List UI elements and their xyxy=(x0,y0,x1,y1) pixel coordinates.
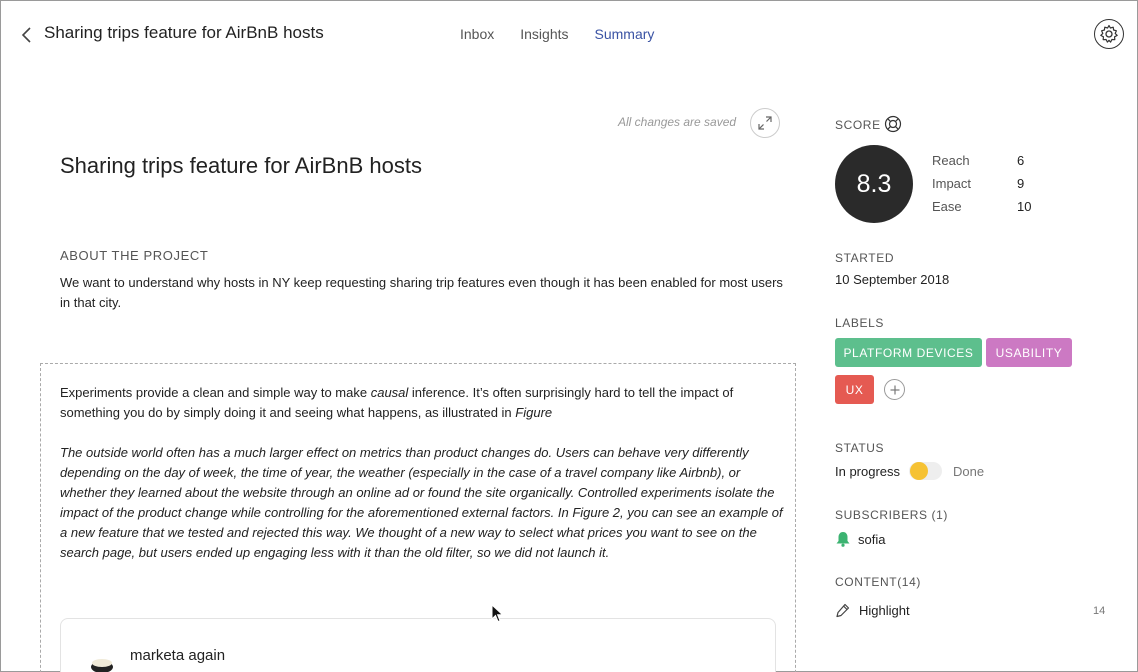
add-label-button[interactable] xyxy=(884,379,905,400)
mouse-cursor-icon xyxy=(491,604,504,623)
tab-summary[interactable]: Summary xyxy=(595,26,655,42)
labels-label: LABELS xyxy=(835,316,884,330)
top-bar: Sharing trips feature for AirBnB hosts I… xyxy=(1,1,1137,67)
status-in-progress: In progress xyxy=(835,464,901,479)
plus-icon xyxy=(890,385,899,394)
score-label: SCORE xyxy=(835,118,881,132)
metric-reach-label: Reach xyxy=(932,153,970,168)
started-date[interactable]: 10 September 2018 xyxy=(835,272,949,287)
content-item-count: 14 xyxy=(1093,605,1106,617)
figure-reference: Figure xyxy=(515,405,553,420)
para1-emphasis: causal xyxy=(370,385,409,400)
content-item-highlight[interactable]: Highlight xyxy=(859,603,910,618)
metric-ease-label: Ease xyxy=(932,199,962,214)
settings-button[interactable] xyxy=(1094,19,1124,49)
document-title[interactable]: Sharing trips feature for AirBnB hosts xyxy=(60,153,422,179)
tab-insights[interactable]: Insights xyxy=(520,26,568,42)
status-toggle[interactable] xyxy=(909,462,942,480)
tab-inbox[interactable]: Inbox xyxy=(460,26,494,42)
card-author-name: marketa again xyxy=(130,647,226,664)
tab-bar: Inbox Insights Summary xyxy=(460,26,680,42)
expand-icon xyxy=(758,116,772,130)
label-platform-devices[interactable]: PLATFORM DEVICES xyxy=(835,338,982,367)
about-heading: ABOUT THE PROJECT xyxy=(60,248,209,263)
metric-impact-value[interactable]: 9 xyxy=(1017,176,1024,191)
expand-button[interactable] xyxy=(750,108,780,138)
status-done: Done xyxy=(953,464,985,479)
label-ux[interactable]: UX xyxy=(835,375,874,404)
status-label: STATUS xyxy=(835,441,885,455)
gear-icon xyxy=(1100,24,1118,43)
page-title: Sharing trips feature for AirBnB hosts xyxy=(44,23,324,42)
metric-impact-label: Impact xyxy=(932,176,972,191)
para1-text: Experiments provide a clean and simple w… xyxy=(60,385,371,400)
about-text[interactable]: We want to understand why hosts in NY ke… xyxy=(60,273,790,313)
lifebuoy-icon[interactable] xyxy=(884,115,902,133)
highlight-card[interactable]: marketa again xyxy=(60,618,776,672)
subscriber-name[interactable]: sofia xyxy=(858,532,885,547)
paragraph-experiments[interactable]: Experiments provide a clean and simple w… xyxy=(60,383,785,423)
label-usability[interactable]: USABILITY xyxy=(986,338,1072,367)
started-label: STARTED xyxy=(835,251,895,265)
avatar xyxy=(91,659,113,672)
bell-icon[interactable] xyxy=(835,531,851,547)
subscribers-label: SUBSCRIBERS (1) xyxy=(835,508,949,522)
highlighter-pen-icon xyxy=(836,603,850,618)
content-label: CONTENT(14) xyxy=(835,575,921,589)
score-value: 8.3 xyxy=(835,145,913,223)
metric-reach-value[interactable]: 6 xyxy=(1017,153,1024,168)
save-status: All changes are saved xyxy=(618,115,737,129)
back-arrow-icon[interactable] xyxy=(18,25,36,45)
paragraph-outside-world[interactable]: The outside world often has a much large… xyxy=(60,443,785,563)
toggle-knob xyxy=(910,462,928,480)
metric-ease-value[interactable]: 10 xyxy=(1017,199,1031,214)
